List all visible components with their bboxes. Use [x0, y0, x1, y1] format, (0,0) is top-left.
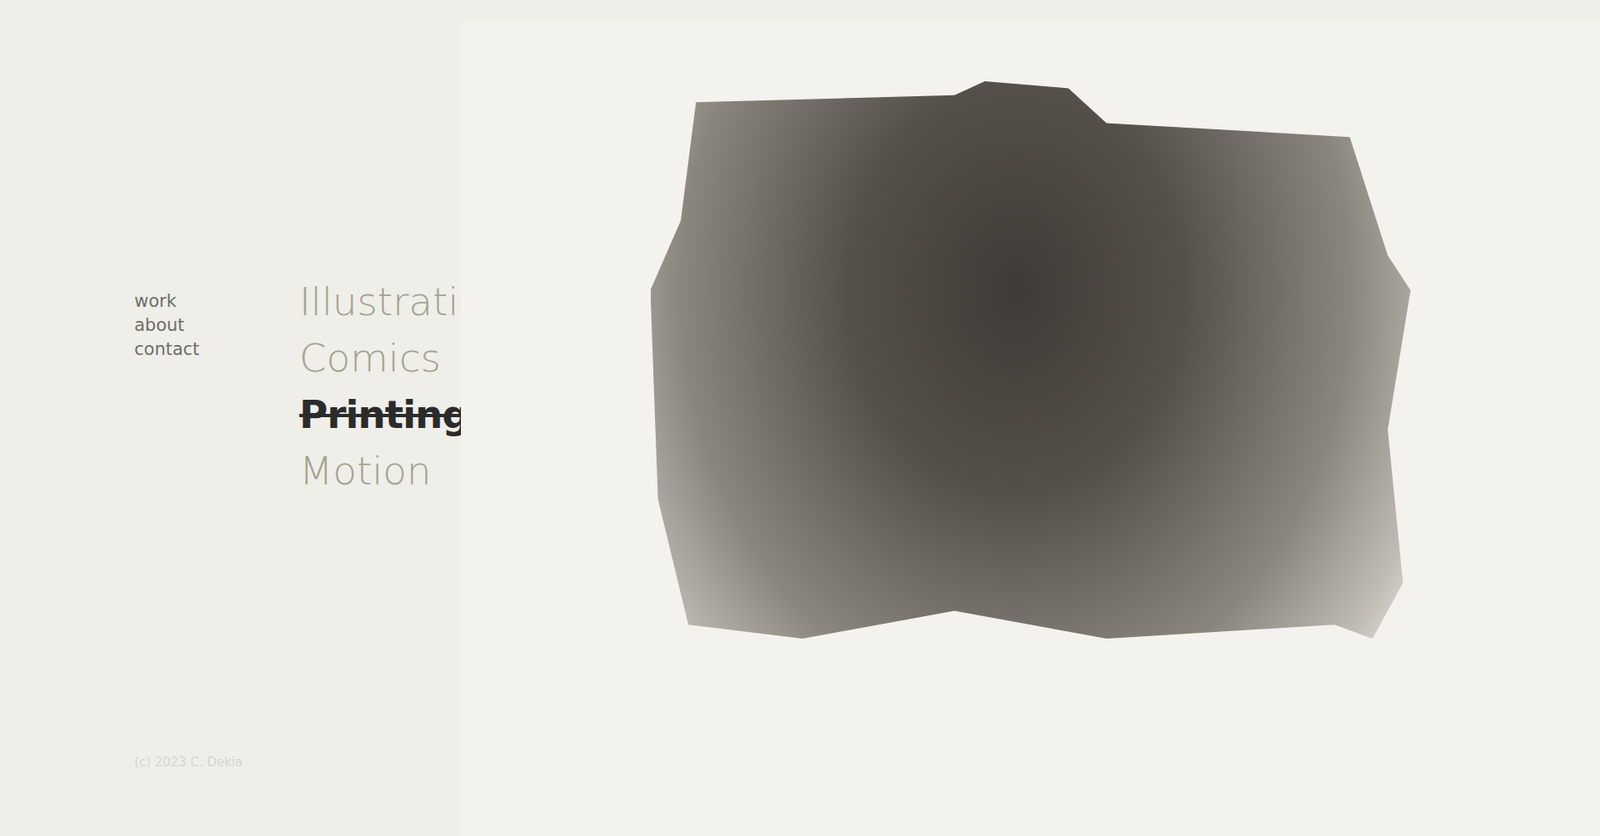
gallery: [460, 22, 1600, 836]
nav-link[interactable]: about: [134, 313, 300, 338]
main-nav: workaboutcontact: [134, 289, 300, 362]
nav-link[interactable]: contact: [134, 337, 300, 362]
nav-link[interactable]: work: [134, 289, 300, 314]
copyright: (c) 2023 C. Dekia: [134, 754, 461, 770]
artwork-image: [650, 81, 1411, 778]
menus: workaboutcontactIllustrationsComicsPrint…: [134, 273, 461, 500]
sidebar: workaboutcontactIllustrationsComicsPrint…: [0, 0, 461, 836]
page: workaboutcontactIllustrationsComicsPrint…: [0, 0, 1600, 836]
